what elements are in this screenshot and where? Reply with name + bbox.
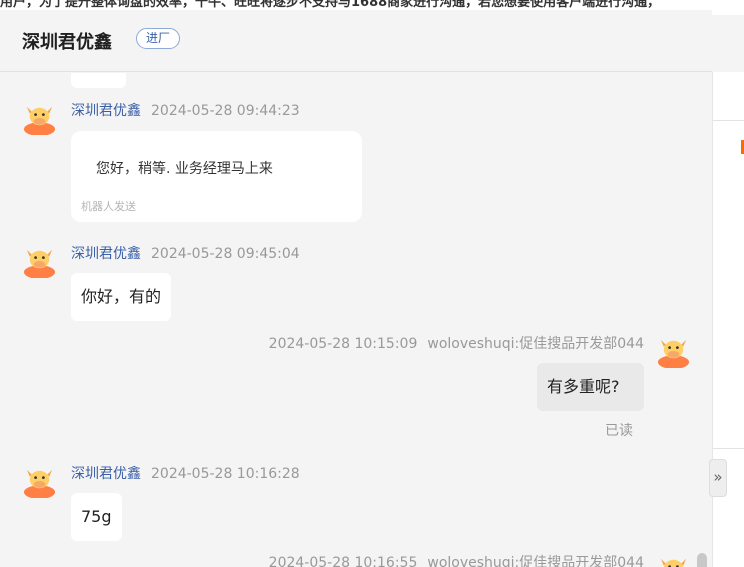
avatar-bull-icon[interactable] <box>22 463 57 498</box>
scrollbar-thumb[interactable] <box>697 553 707 567</box>
message-time: 2024-05-28 09:45:04 <box>151 246 300 262</box>
sender-name[interactable]: 深圳君优鑫 <box>71 103 141 119</box>
sender-name[interactable]: woloveshuqi:促佳搜品开发部044 <box>427 555 644 567</box>
sender-name[interactable]: 深圳君优鑫 <box>71 246 141 262</box>
robot-sent-label: 机器人发送 <box>81 200 136 213</box>
avatar-bull-icon[interactable] <box>22 100 57 135</box>
avatar-bull-icon[interactable] <box>22 243 57 278</box>
message-time: 2024-05-28 10:16:55 <box>268 555 418 567</box>
message-bubble-partial <box>71 73 126 88</box>
message-meta: 深圳君优鑫 2024-05-28 09:44:23 <box>71 100 300 120</box>
avatar-bull-icon[interactable] <box>656 552 691 567</box>
avatar-bull-icon[interactable] <box>656 333 691 368</box>
message-list[interactable]: 深圳君优鑫 2024-05-28 09:44:23 您好，稍等. 业务经理马上来 … <box>0 73 712 567</box>
message-bubble[interactable]: 75g <box>71 493 122 541</box>
shop-name[interactable]: 深圳君优鑫 <box>22 28 112 54</box>
double-chevron-right-icon[interactable]: » <box>709 459 727 497</box>
message-text: 您好，稍等. 业务经理马上来 <box>96 161 273 177</box>
message-bubble-self[interactable]: 有多重呢? <box>537 363 644 411</box>
message-time: 2024-05-28 10:15:09 <box>268 336 418 352</box>
robot-message-card[interactable]: 您好，稍等. 业务经理马上来 机器人发送 <box>71 131 362 222</box>
message-time: 2024-05-28 09:44:23 <box>151 103 300 119</box>
shop-tag-badge[interactable]: 进厂 <box>136 28 181 49</box>
message-bubble[interactable]: 你好，有的 <box>71 273 172 321</box>
message-meta: 深圳君优鑫 2024-05-28 10:16:28 <box>71 463 300 483</box>
chat-header: 深圳君优鑫 进厂 <box>0 10 712 72</box>
divider <box>713 120 744 121</box>
message-meta-self: 2024-05-28 10:15:09 woloveshuqi:促佳搜品开发部04… <box>269 333 644 353</box>
divider <box>713 448 744 449</box>
message-time: 2024-05-28 10:16:28 <box>151 466 300 482</box>
sender-name[interactable]: 深圳君优鑫 <box>71 466 141 482</box>
message-meta: 深圳君优鑫 2024-05-28 09:45:04 <box>71 243 300 263</box>
read-status: 已读 <box>605 423 633 439</box>
sender-name[interactable]: woloveshuqi:促佳搜品开发部044 <box>427 336 644 352</box>
message-meta-self: 2024-05-28 10:16:55 woloveshuqi:促佳搜品开发部04… <box>269 552 644 567</box>
